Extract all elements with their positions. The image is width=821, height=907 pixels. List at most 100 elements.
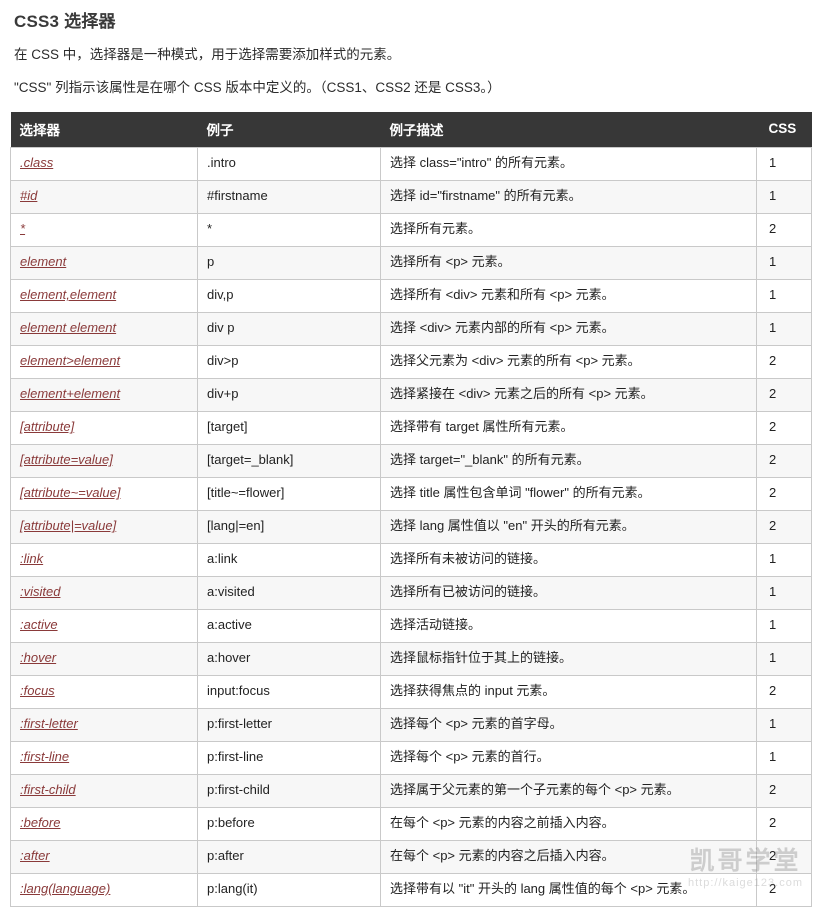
cell-description: 在每个 <p> 元素的内容之前插入内容。 — [380, 806, 757, 841]
cell-example: div p — [197, 311, 381, 346]
cell-css-version: 2 — [756, 410, 812, 445]
cell-description: 选择 lang 属性值以 "en" 开头的所有元素。 — [380, 509, 757, 544]
cell-description: 选择每个 <p> 元素的首行。 — [380, 740, 757, 775]
selector-link[interactable]: element element — [20, 320, 116, 335]
cell-css-version: 1 — [756, 641, 812, 676]
cell-selector: :visited — [10, 575, 198, 610]
table-row: :hover a:hover 选择鼠标指针位于其上的链接。 1 — [10, 641, 812, 676]
cell-example: p — [197, 245, 381, 280]
selector-link[interactable]: :visited — [20, 584, 60, 599]
cell-selector: :first-child — [10, 773, 198, 808]
cell-css-version: 2 — [756, 377, 812, 412]
selector-link[interactable]: :first-child — [20, 782, 76, 797]
column-header-selector: 选择器 — [10, 111, 198, 148]
cell-description: 选择所有元素。 — [380, 212, 757, 247]
cell-css-version: 2 — [756, 509, 812, 544]
table-row: [attribute|=value] [lang|=en] 选择 lang 属性值以… — [10, 509, 812, 544]
cell-example: a:visited — [197, 575, 381, 610]
cell-css-version: 2 — [756, 773, 812, 808]
selector-link[interactable]: element>element — [20, 353, 120, 368]
cell-css-version: 2 — [756, 212, 812, 247]
selector-link[interactable]: * — [20, 221, 25, 236]
selector-link[interactable]: [attribute=value] — [20, 452, 113, 467]
cell-example: a:link — [197, 542, 381, 577]
selector-link[interactable]: [attribute~=value] — [20, 485, 120, 500]
selector-link[interactable]: [attribute|=value] — [20, 518, 116, 533]
selector-link[interactable]: :before — [20, 815, 60, 830]
cell-css-version: 1 — [756, 311, 812, 346]
cell-selector: :hover — [10, 641, 198, 676]
table-row: element>element div>p 选择父元素为 <div> 元素的所有 <… — [10, 344, 812, 379]
table-row: :link a:link 选择所有未被访问的链接。 1 — [10, 542, 812, 577]
cell-example: p:before — [197, 806, 381, 841]
cell-description: 选择所有已被访问的链接。 — [380, 575, 757, 610]
cell-example: #firstname — [197, 179, 381, 214]
cell-example: div>p — [197, 344, 381, 379]
cell-example: p:first-letter — [197, 707, 381, 742]
cell-example: [target] — [197, 410, 381, 445]
cell-example: [title~=flower] — [197, 476, 381, 511]
cell-selector: #id — [10, 179, 198, 214]
selector-link[interactable]: :lang(language) — [20, 881, 110, 896]
cell-example: [target=_blank] — [197, 443, 381, 478]
selector-link[interactable]: [attribute] — [20, 419, 74, 434]
selector-link[interactable]: :first-line — [20, 749, 69, 764]
selector-link[interactable]: #id — [20, 188, 37, 203]
cell-css-version: 2 — [756, 872, 812, 907]
cell-css-version: 2 — [756, 344, 812, 379]
cell-example: p:after — [197, 839, 381, 874]
intro-paragraph-1: 在 CSS 中，选择器是一种模式，用于选择需要添加样式的元素。 — [14, 47, 401, 62]
cell-selector: [attribute|=value] — [10, 509, 198, 544]
cell-css-version: 1 — [756, 278, 812, 313]
cell-css-version: 1 — [756, 740, 812, 775]
table-row: [attribute=value] [target=_blank] 选择 targe… — [10, 443, 812, 478]
selector-link[interactable]: :hover — [20, 650, 56, 665]
css3-selectors-page: CSS3 选择器 在 CSS 中，选择器是一种模式，用于选择需要添加样式的元素。… — [0, 0, 821, 907]
selector-link[interactable]: element — [20, 254, 66, 269]
selector-link[interactable]: .class — [20, 155, 53, 170]
cell-selector: :before — [10, 806, 198, 841]
cell-css-version: 2 — [756, 806, 812, 841]
cell-description: 选择父元素为 <div> 元素的所有 <p> 元素。 — [380, 344, 757, 379]
table-row: * * 选择所有元素。 2 — [10, 212, 812, 247]
cell-css-version: 1 — [756, 575, 812, 610]
selector-link[interactable]: element,element — [20, 287, 116, 302]
cell-css-version: 1 — [756, 245, 812, 280]
cell-selector: element,element — [10, 278, 198, 313]
cell-description: 选择所有 <div> 元素和所有 <p> 元素。 — [380, 278, 757, 313]
table-header-row: 选择器 例子 例子描述 CSS — [10, 111, 812, 148]
table-header: 选择器 例子 例子描述 CSS — [10, 111, 812, 148]
cell-example: input:focus — [197, 674, 381, 709]
cell-example: div,p — [197, 278, 381, 313]
selector-link[interactable]: :link — [20, 551, 43, 566]
cell-css-version: 1 — [756, 542, 812, 577]
table-row: [attribute] [target] 选择带有 target 属性所有元素。 2 — [10, 410, 812, 445]
cell-css-version: 1 — [756, 707, 812, 742]
selector-table-container: 选择器 例子 例子描述 CSS .class .intro 选择 class="in… — [10, 111, 812, 907]
cell-css-version: 2 — [756, 839, 812, 874]
selector-link[interactable]: :active — [20, 617, 58, 632]
selector-link[interactable]: :focus — [20, 683, 55, 698]
cell-selector: [attribute=value] — [10, 443, 198, 478]
selector-link[interactable]: :first-letter — [20, 716, 78, 731]
cell-css-version: 2 — [756, 476, 812, 511]
cell-example: [lang|=en] — [197, 509, 381, 544]
cell-description: 选择所有未被访问的链接。 — [380, 542, 757, 577]
table-row: #id #firstname 选择 id="firstname" 的所有元素。 1 — [10, 179, 812, 214]
cell-selector: :after — [10, 839, 198, 874]
selector-link[interactable]: element+element — [20, 386, 120, 401]
cell-css-version: 1 — [756, 179, 812, 214]
selector-link[interactable]: :after — [20, 848, 50, 863]
cell-css-version: 2 — [756, 443, 812, 478]
cell-selector: :lang(language) — [10, 872, 198, 907]
cell-description: 选择获得焦点的 input 元素。 — [380, 674, 757, 709]
column-header-description: 例子描述 — [380, 111, 757, 148]
table-row: .class .intro 选择 class="intro" 的所有元素。 1 — [10, 146, 812, 181]
page-title: CSS3 选择器 — [14, 12, 116, 31]
table-row: element,element div,p 选择所有 <div> 元素和所有 <p>… — [10, 278, 812, 313]
table-row: :before p:before 在每个 <p> 元素的内容之前插入内容。 2 — [10, 806, 812, 841]
cell-selector: [attribute] — [10, 410, 198, 445]
cell-example: p:lang(it) — [197, 872, 381, 907]
table-body: .class .intro 选择 class="intro" 的所有元素。 1 #id #… — [10, 146, 812, 907]
cell-selector: :focus — [10, 674, 198, 709]
